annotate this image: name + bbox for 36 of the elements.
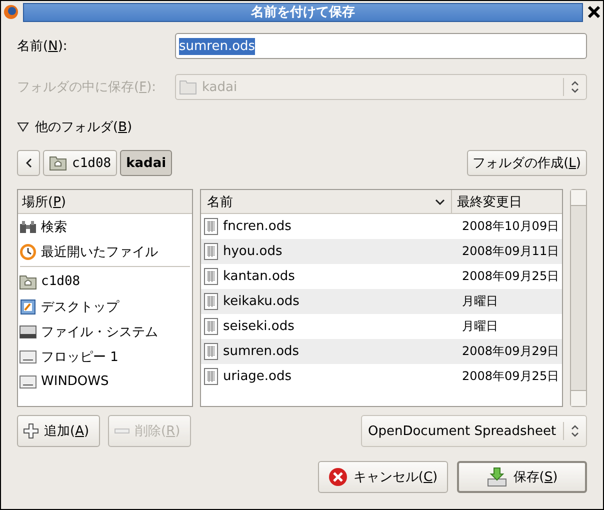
path-button[interactable]: kadai [120,150,172,176]
column-header[interactable]: 名前 [201,190,452,213]
place-item[interactable]: 最近開いたファイル [18,239,192,264]
name-field[interactable]: sumren.ods [175,33,587,59]
file-name[interactable]: fncren.ods [223,219,292,234]
place-item[interactable]: フロッピー 1 [18,344,192,369]
modified-date: 2008年09月29日 [462,343,560,360]
file-name[interactable]: kantan.ods [223,269,295,284]
place-item[interactable]: デスクトップ [18,294,192,319]
place-item[interactable]: WINDOWS [18,369,192,394]
save-button[interactable]: 保存(S) [457,461,587,493]
create-folder-button[interactable]: フォルダの作成(L) [466,150,587,176]
place-item[interactable]: 検索 [18,214,192,239]
modified-date: 2008年09月25日 [462,368,560,385]
add-button[interactable]: 追加(A) [17,415,100,447]
modified-date: 2008年10月09日 [462,218,560,235]
modified-date: 月曜日 [462,293,499,310]
file-name[interactable]: sumren.ods [223,344,300,359]
file-name[interactable]: seiseki.ods [223,319,294,334]
file-name[interactable]: uriage.ods [223,369,292,384]
place-item[interactable]: c1d08 [18,269,192,294]
places-header[interactable]: 場所(P) [18,190,192,214]
file-name[interactable]: hyou.ods [223,244,282,259]
modified-date: 月曜日 [462,318,499,335]
save-in-label: フォルダの中に保存(F): [17,79,158,96]
file-name[interactable]: keikaku.ods [223,294,300,309]
place-item[interactable]: ファイル・システム [18,319,192,344]
name-label: 名前(N): [17,38,68,55]
path-button[interactable]: c1d08 [43,150,118,176]
modified-date: 2008年09月11日 [462,243,560,260]
window-title: 名前を付けて保存 [23,2,583,22]
cancel-button[interactable]: キャンセル(C) [318,461,448,493]
file-type-dropdown[interactable]: OpenDocument Spreadsheet [361,415,587,447]
column-header[interactable]: 最終変更日 [452,190,562,213]
other-folders-toggle[interactable]: 他のフォルダ(B) [35,118,132,136]
modified-date: 2008年09月25日 [462,268,560,285]
